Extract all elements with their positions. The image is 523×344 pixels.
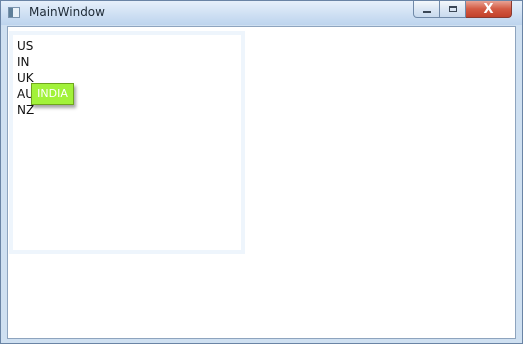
list-item[interactable]: US: [17, 38, 33, 54]
list-item[interactable]: IN: [17, 54, 30, 70]
caption-buttons: X: [413, 1, 512, 19]
tooltip: INDIA: [31, 83, 74, 105]
close-icon: X: [483, 1, 494, 17]
app-icon[interactable]: [8, 7, 20, 18]
minimize-icon: [422, 10, 431, 13]
maximize-button[interactable]: [440, 1, 466, 18]
minimize-button[interactable]: [413, 1, 440, 18]
main-window: MainWindow X US IN UK AU NZ INDIA: [0, 0, 523, 344]
close-button[interactable]: X: [466, 1, 512, 18]
client-area: US IN UK AU NZ INDIA: [7, 26, 516, 339]
country-listbox[interactable]: US IN UK AU NZ INDIA: [9, 31, 245, 254]
window-title: MainWindow: [29, 5, 105, 19]
maximize-icon: [448, 6, 457, 12]
title-bar[interactable]: MainWindow X: [1, 1, 522, 25]
